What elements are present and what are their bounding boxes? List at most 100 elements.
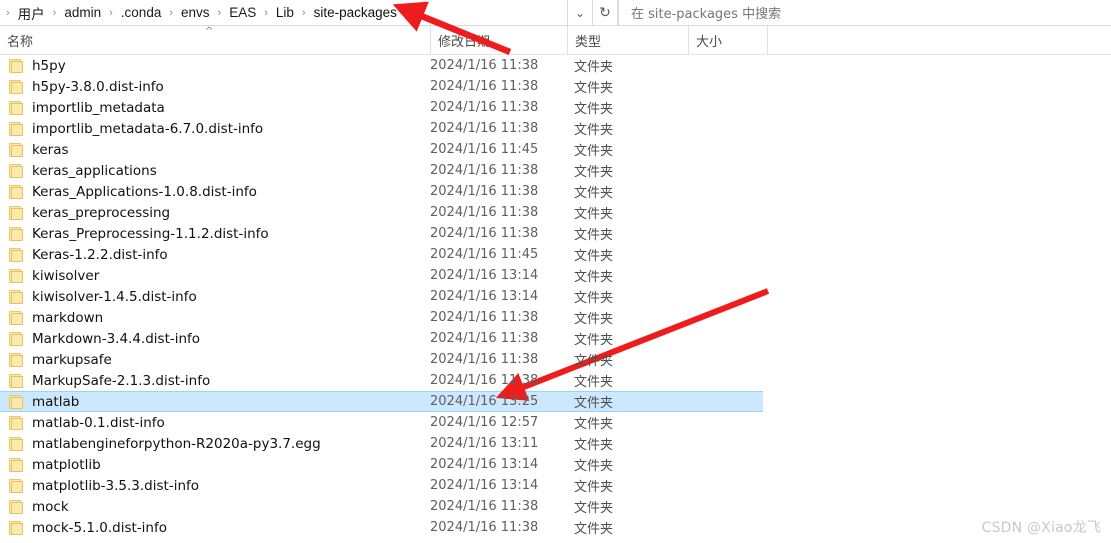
- file-type: 文件夹: [574, 228, 614, 243]
- folder-icon: [9, 478, 24, 493]
- file-name: Keras-1.2.2.dist-info: [32, 246, 168, 263]
- breadcrumb-separator-0: ›: [6, 6, 10, 19]
- breadcrumb-separator-1: ›: [52, 6, 57, 19]
- folder-icon: [9, 184, 24, 199]
- file-list[interactable]: h5py 2024/1/16 11:38 文件夹 h5py-3.8.0.dist-in…: [0, 55, 1111, 543]
- column-header-name[interactable]: 名称: [0, 26, 430, 54]
- file-type: 文件夹: [574, 249, 614, 264]
- file-type: 文件夹: [574, 81, 614, 96]
- file-date-modified: 2024/1/16 11:38: [430, 205, 539, 220]
- file-type: 文件夹: [574, 354, 614, 369]
- search-input[interactable]: 在 site-packages 中搜索: [618, 0, 1111, 26]
- file-row[interactable]: matlab-0.1.dist-info 2024/1/16 12:57 文件夹: [0, 412, 1111, 433]
- file-row[interactable]: markupsafe 2024/1/16 11:38 文件夹: [0, 349, 1111, 370]
- file-row[interactable]: Keras_Applications-1.0.8.dist-info 2024/1…: [0, 181, 1111, 202]
- column-header-date-modified[interactable]: 修改日期: [430, 26, 567, 54]
- file-date-modified: 2024/1/16 11:38: [430, 163, 539, 178]
- file-date-modified: 2024/1/16 11:38: [430, 100, 539, 115]
- file-type: 文件夹: [574, 396, 614, 411]
- folder-icon: [9, 142, 24, 157]
- file-date-modified: 2024/1/16 11:45: [430, 142, 539, 157]
- file-date-modified: 2024/1/16 11:38: [430, 352, 539, 367]
- file-explorer-window: › 用户 › admin › .conda › envs › EAS › Lib…: [0, 0, 1111, 543]
- file-row[interactable]: matplotlib-3.5.3.dist-info 2024/1/16 13:1…: [0, 475, 1111, 496]
- file-type: 文件夹: [574, 165, 614, 180]
- file-row[interactable]: h5py 2024/1/16 11:38 文件夹: [0, 55, 1111, 76]
- chevron-down-icon[interactable]: ⌄: [568, 0, 593, 25]
- column-header-row: 名称 ^ 修改日期 类型 大小: [0, 26, 1111, 55]
- breadcrumb[interactable]: › 用户 › admin › .conda › envs › EAS › Lib…: [0, 0, 568, 26]
- file-row[interactable]: importlib_metadata 2024/1/16 11:38 文件夹: [0, 97, 1111, 118]
- file-type: 文件夹: [574, 186, 614, 201]
- file-row[interactable]: Markdown-3.4.4.dist-info 2024/1/16 11:38 文…: [0, 328, 1111, 349]
- file-row[interactable]: Keras_Preprocessing-1.1.2.dist-info 2024/…: [0, 223, 1111, 244]
- breadcrumb-separator-4: ›: [217, 6, 222, 19]
- file-type: 文件夹: [574, 123, 614, 138]
- file-type: 文件夹: [574, 438, 614, 453]
- file-row[interactable]: markdown 2024/1/16 11:38 文件夹: [0, 307, 1111, 328]
- file-date-modified: 2024/1/16 11:38: [430, 226, 539, 241]
- file-date-modified: 2024/1/16 13:14: [430, 289, 539, 304]
- folder-icon: [9, 373, 24, 388]
- file-type: 文件夹: [574, 522, 614, 537]
- breadcrumb-item-site-packages[interactable]: site-packages: [310, 2, 401, 24]
- file-row[interactable]: matlabengineforpython-R2020a-py3.7.egg 20…: [0, 433, 1111, 454]
- breadcrumb-item-5[interactable]: Lib: [272, 2, 298, 24]
- file-type: 文件夹: [574, 375, 614, 390]
- file-row[interactable]: h5py-3.8.0.dist-info 2024/1/16 11:38 文件夹: [0, 76, 1111, 97]
- breadcrumb-separator-3: ›: [169, 6, 174, 19]
- file-row[interactable]: mock-5.1.0.dist-info 2024/1/16 11:38 文件夹: [0, 517, 1111, 538]
- breadcrumb-item-1[interactable]: admin: [60, 2, 105, 24]
- column-header-date-label: 修改日期: [438, 34, 491, 50]
- column-header-type-label: 类型: [575, 34, 602, 50]
- refresh-icon[interactable]: ↻: [593, 0, 618, 25]
- file-name: matlab-0.1.dist-info: [32, 414, 165, 431]
- breadcrumb-item-3[interactable]: envs: [177, 2, 214, 24]
- file-row[interactable]: kiwisolver-1.4.5.dist-info 2024/1/16 13:1…: [0, 286, 1111, 307]
- folder-icon: [9, 247, 24, 262]
- file-row[interactable]: matplotlib 2024/1/16 13:14 文件夹: [0, 454, 1111, 475]
- file-row[interactable]: keras_preprocessing 2024/1/16 11:38 文件夹: [0, 202, 1111, 223]
- file-date-modified: 2024/1/16 11:45: [430, 247, 539, 262]
- file-name: keras_applications: [32, 162, 157, 179]
- breadcrumb-item-0[interactable]: 用户: [14, 2, 49, 24]
- file-row[interactable]: importlib_metadata-6.7.0.dist-info 2024/1…: [0, 118, 1111, 139]
- file-row[interactable]: mock 2024/1/16 11:38 文件夹: [0, 496, 1111, 517]
- file-date-modified: 2024/1/16 11:38: [430, 499, 539, 514]
- breadcrumb-separator-6: ›: [301, 6, 306, 19]
- breadcrumb-item-4[interactable]: EAS: [225, 2, 260, 24]
- file-date-modified: 2024/1/16 11:38: [430, 184, 539, 199]
- breadcrumb-item-2[interactable]: .conda: [117, 2, 166, 24]
- file-type: 文件夹: [574, 312, 614, 327]
- file-name: h5py-3.8.0.dist-info: [32, 78, 164, 95]
- file-row[interactable]: matlab 2024/1/16 13:25 文件夹: [0, 391, 1111, 412]
- file-type: 文件夹: [574, 144, 614, 159]
- file-date-modified: 2024/1/16 13:14: [430, 478, 539, 493]
- file-date-modified: 2024/1/16 13:11: [430, 436, 539, 451]
- file-name: importlib_metadata: [32, 99, 165, 116]
- file-name: Markdown-3.4.4.dist-info: [32, 330, 201, 347]
- folder-icon: [9, 163, 24, 178]
- file-row[interactable]: keras 2024/1/16 11:45 文件夹: [0, 139, 1111, 160]
- file-date-modified: 2024/1/16 13:25: [430, 394, 539, 409]
- file-row[interactable]: Keras-1.2.2.dist-info 2024/1/16 11:45 文件夹: [0, 244, 1111, 265]
- file-name: kiwisolver-1.4.5.dist-info: [32, 288, 197, 305]
- file-date-modified: 2024/1/16 11:38: [430, 373, 539, 388]
- file-row[interactable]: kiwisolver 2024/1/16 13:14 文件夹: [0, 265, 1111, 286]
- column-header-type[interactable]: 类型: [567, 26, 688, 54]
- file-date-modified: 2024/1/16 11:38: [430, 310, 539, 325]
- column-header-name-label: 名称: [7, 34, 34, 50]
- row-selection-highlight: [0, 391, 763, 412]
- folder-icon: [9, 394, 24, 409]
- file-row[interactable]: keras_applications 2024/1/16 11:38 文件夹: [0, 160, 1111, 181]
- file-name: Keras_Preprocessing-1.1.2.dist-info: [32, 225, 269, 242]
- folder-icon: [9, 226, 24, 241]
- file-name: mock: [32, 498, 69, 515]
- file-type: 文件夹: [574, 480, 614, 495]
- folder-icon: [9, 289, 24, 304]
- file-type: 文件夹: [574, 270, 614, 285]
- column-header-size[interactable]: 大小: [688, 26, 768, 54]
- folder-icon: [9, 58, 24, 73]
- file-row[interactable]: MarkupSafe-2.1.3.dist-info 2024/1/16 11:3…: [0, 370, 1111, 391]
- file-name: matplotlib: [32, 456, 101, 473]
